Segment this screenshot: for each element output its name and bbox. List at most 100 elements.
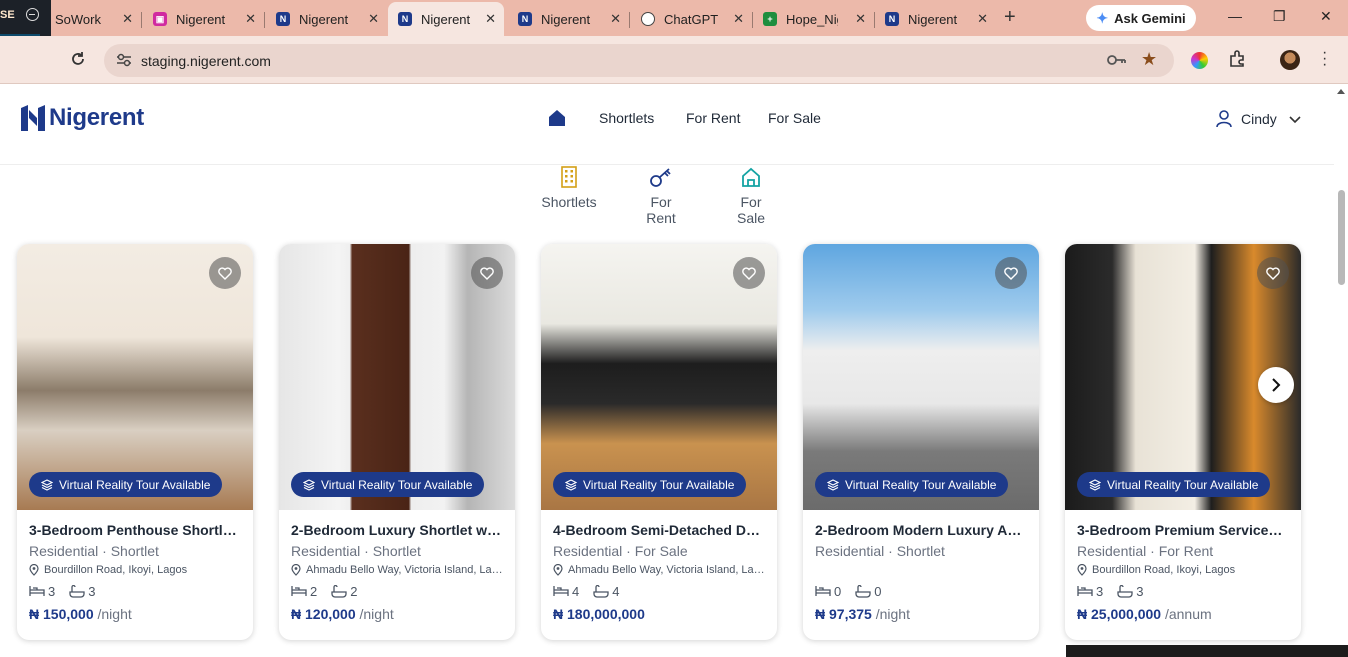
scrollbar-thumb[interactable] (1338, 190, 1345, 285)
bookmark-star-icon[interactable]: ★ (1141, 49, 1157, 70)
vr-badge-label: Virtual Reality Tour Available (59, 477, 211, 492)
listing-card[interactable]: Virtual Reality Tour Available 3-Bedroom … (1065, 244, 1301, 640)
listing-photo[interactable]: Virtual Reality Tour Available (803, 244, 1039, 510)
listing-card[interactable]: Virtual Reality Tour Available 3-Bedroom … (17, 244, 253, 640)
listing-card[interactable]: Virtual Reality Tour Available 2-Bedroom … (803, 244, 1039, 640)
page-scrollbar[interactable] (1334, 85, 1348, 657)
nigerent-icon: N (885, 12, 899, 26)
listing-title[interactable]: 3-Bedroom Penthouse Shortlet in Ikoyi (29, 522, 241, 538)
key-icon (650, 168, 671, 187)
browser-toolbar: staging.nigerent.com ★ · · · (0, 36, 1348, 84)
tab-title: Nigerent (176, 11, 226, 27)
favorite-heart-icon[interactable] (1257, 257, 1289, 289)
chevron-right-icon (1272, 378, 1281, 392)
favorite-heart-icon[interactable] (209, 257, 241, 289)
gemini-icon: ✦ (1096, 9, 1109, 26)
close-icon[interactable]: ✕ (368, 11, 379, 27)
browser-tab[interactable]: N Nigerent ✕ (874, 4, 996, 34)
ask-gemini-button[interactable]: ✦ Ask Gemini (1086, 5, 1196, 31)
listing-features: 00 (815, 583, 1027, 599)
vr-badge-label: Virtual Reality Tour Available (845, 477, 997, 492)
listing-features: 33 (1077, 583, 1289, 599)
layers-icon (1089, 478, 1107, 491)
listing-title[interactable]: 3-Bedroom Premium Serviced Apartment (1077, 522, 1289, 538)
bed-count: 3 (1096, 583, 1104, 599)
listing-title[interactable]: 2-Bedroom Modern Luxury Apartment (815, 522, 1027, 538)
category-filter: Shortlets For Rent For Sale (0, 165, 1334, 235)
home-icon[interactable] (548, 109, 566, 132)
location-pin-icon (29, 564, 39, 576)
bed-count: 2 (310, 583, 318, 599)
restore-icon[interactable]: ❐ (1273, 8, 1286, 25)
browser-tab[interactable]: ▣ Nigerent ✕ (141, 4, 265, 34)
listing-photo[interactable]: Virtual Reality Tour Available (541, 244, 777, 510)
site-info-icon[interactable] (116, 53, 132, 67)
key-icon[interactable] (1107, 52, 1127, 73)
category-for-sale[interactable]: For Sale (726, 165, 776, 226)
vr-tour-badge: Virtual Reality Tour Available (1077, 472, 1271, 497)
nav-shortlets[interactable]: Shortlets (599, 110, 654, 126)
listing-photo[interactable]: Virtual Reality Tour Available (279, 244, 515, 510)
listing-photo[interactable]: Virtual Reality Tour Available (17, 244, 253, 510)
minus-icon[interactable] (26, 8, 39, 21)
category-shortlets[interactable]: Shortlets (541, 165, 597, 210)
menu-dots-icon[interactable]: · · · (1322, 45, 1327, 73)
close-icon[interactable]: ✕ (855, 11, 866, 27)
close-icon[interactable]: ✕ (610, 11, 621, 27)
profile-avatar[interactable] (1280, 50, 1300, 70)
vr-tour-badge: Virtual Reality Tour Available (291, 472, 485, 497)
price-amount: ₦ 150,000 (29, 606, 94, 622)
browser-tab[interactable]: SoWork ✕ (51, 4, 142, 34)
bath-icon (1117, 584, 1136, 598)
close-icon[interactable]: ✕ (245, 11, 256, 27)
extensions-icon[interactable] (1228, 50, 1246, 73)
location-text: Ahmadu Bello Way, Victoria Island, Lagos (306, 564, 503, 576)
listing-title[interactable]: 2-Bedroom Luxury Shortlet with Pool (291, 522, 503, 538)
browser-tab[interactable]: + Hope_Nig ✕ (752, 4, 875, 34)
minimize-icon[interactable]: — (1228, 8, 1242, 24)
nav-for-rent[interactable]: For Rent (686, 110, 740, 126)
close-icon[interactable]: ✕ (977, 11, 988, 27)
listing-location: Bourdillon Road, Ikoyi, Lagos (29, 564, 241, 576)
bed-count: 3 (48, 583, 56, 599)
bed-icon (1077, 585, 1096, 597)
listing-title[interactable]: 4-Bedroom Semi-Detached Duplex (553, 522, 765, 538)
color-extension-icon[interactable] (1191, 52, 1208, 69)
reload-icon[interactable] (70, 51, 86, 72)
browser-tab[interactable]: N Nigerent ✕ (506, 4, 630, 34)
user-menu[interactable]: Cindy (1216, 110, 1301, 127)
listing-card[interactable]: Virtual Reality Tour Available 4-Bedroom … (541, 244, 777, 640)
favorite-heart-icon[interactable] (733, 257, 765, 289)
listing-features: 44 (553, 583, 765, 599)
close-icon[interactable]: ✕ (485, 11, 496, 27)
user-name: Cindy (1241, 110, 1277, 127)
gemini-label: Ask Gemini (1114, 10, 1186, 26)
tab-title: Nigerent (908, 11, 958, 27)
listing-card[interactable]: Virtual Reality Tour Available 2-Bedroom … (279, 244, 515, 640)
favorite-heart-icon[interactable] (995, 257, 1027, 289)
close-icon[interactable]: ✕ (733, 11, 744, 27)
close-icon[interactable]: ✕ (122, 11, 133, 27)
brand-logo[interactable]: Nigerent (20, 104, 144, 132)
window-close-icon[interactable]: ✕ (1320, 8, 1332, 25)
new-tab-icon[interactable]: + (1004, 6, 1016, 29)
browser-tab[interactable]: ChatGPT ✕ (629, 4, 753, 34)
bath-icon (855, 584, 874, 598)
category-for-rent[interactable]: For Rent (636, 165, 686, 226)
address-bar[interactable]: staging.nigerent.com ★ (104, 44, 1174, 77)
scroll-up-icon[interactable] (1337, 89, 1345, 94)
listing-price: ₦ 150,000 /night (29, 606, 241, 622)
chevron-down-icon (1289, 115, 1301, 123)
listing-type: Residential · For Rent (1077, 543, 1214, 559)
browser-tab[interactable]: N Nigerent ✕ (264, 4, 387, 34)
favorite-heart-icon[interactable] (471, 257, 503, 289)
bath-count: 0 (874, 583, 882, 599)
tab-title: SoWork (55, 11, 101, 27)
carousel-next-button[interactable] (1258, 367, 1294, 403)
listing-price: ₦ 25,000,000 /annum (1077, 606, 1289, 622)
bath-count: 3 (88, 583, 96, 599)
chatgpt-icon (641, 12, 655, 26)
vr-badge-label: Virtual Reality Tour Available (1107, 477, 1259, 492)
browser-tab-active[interactable]: N Nigerent ✕ (388, 2, 504, 36)
nav-for-sale[interactable]: For Sale (768, 110, 821, 126)
